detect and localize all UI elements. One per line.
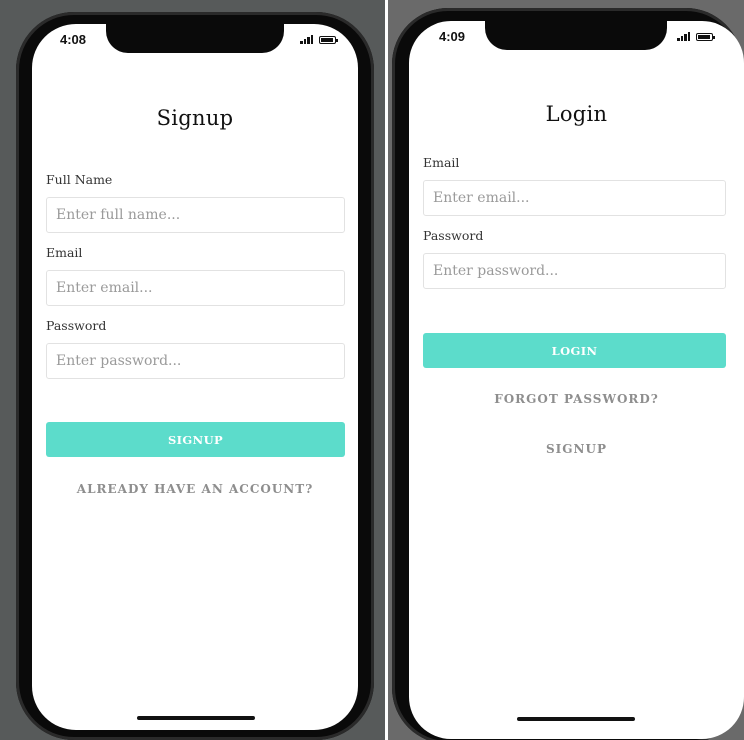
full-name-label: Full Name [46,172,113,187]
login-panel: 4:09 Login Email Password LOGIN FORGOT P… [388,0,744,740]
password-label: Password [423,228,484,243]
home-indicator [517,717,635,721]
signup-button[interactable]: SIGNUP [46,422,345,457]
already-have-account-link[interactable]: ALREADY HAVE AN ACCOUNT? [32,482,358,496]
phone-notch [485,21,667,50]
email-label: Email [46,245,83,260]
password-label: Password [46,318,107,333]
signup-link[interactable]: SIGNUP [409,442,744,456]
home-indicator [137,716,255,720]
phone-notch [106,24,284,53]
signal-icon [677,32,690,41]
password-input[interactable] [46,343,345,379]
status-icons [300,35,338,44]
signup-screen: 4:08 Signup Full Name Email Password SIG… [32,24,358,730]
status-time: 4:08 [60,32,87,47]
email-label: Email [423,155,460,170]
forgot-password-link[interactable]: FORGOT PASSWORD? [409,392,744,406]
page-title: Signup [156,106,234,130]
email-input[interactable] [423,180,726,216]
status-icons [677,32,715,41]
signal-icon [300,35,313,44]
email-input[interactable] [46,270,345,306]
phone-frame: 4:09 Login Email Password LOGIN FORGOT P… [392,8,744,740]
signup-panel: 4:08 Signup Full Name Email Password SIG… [0,0,385,740]
page-title: Login [545,102,608,126]
login-screen: 4:09 Login Email Password LOGIN FORGOT P… [409,21,744,739]
battery-icon [319,36,338,44]
login-button[interactable]: LOGIN [423,333,726,368]
password-input[interactable] [423,253,726,289]
phone-frame: 4:08 Signup Full Name Email Password SIG… [16,12,374,740]
status-time: 4:09 [439,29,466,44]
full-name-input[interactable] [46,197,345,233]
battery-icon [696,33,715,41]
